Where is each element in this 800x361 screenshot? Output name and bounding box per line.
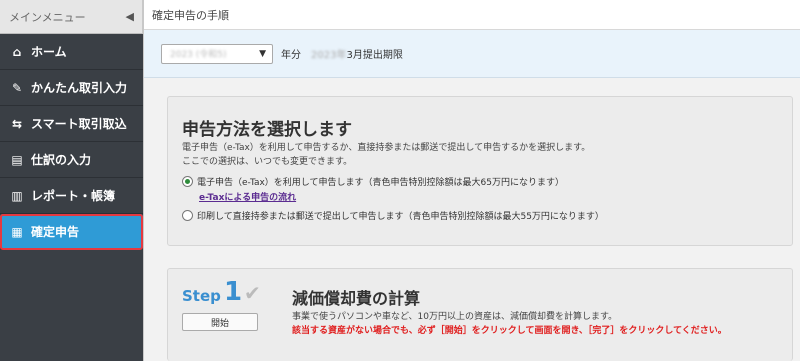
- sidebar-item-reports[interactable]: ▥ レポート・帳簿: [0, 178, 143, 214]
- start-button[interactable]: 開始: [182, 313, 258, 331]
- option-etax-label: 電子申告（e-Tax）を利用して申告します（青色申告特別控除額は最大65万円にな…: [197, 178, 564, 188]
- year-suffix: 年分: [281, 50, 301, 61]
- page-header: 確定申告の手順: [144, 0, 800, 30]
- sidebar-item-tax-return[interactable]: ▦ 確定申告: [0, 214, 143, 250]
- step-card: Step 1 ✔ 開始 減価償却費の計算 事業で使うパソコンや車など、10万円以…: [167, 268, 793, 361]
- step-warning: 該当する資産がない場合でも、必ず［開始］をクリックして画面を開き、［完了］をクリ…: [292, 326, 727, 336]
- chevron-left-icon[interactable]: ◀: [126, 10, 134, 23]
- year-select-value: 2023 (令和5): [170, 50, 227, 60]
- description-line: 電子申告（e-Tax）を利用して申告するか、直接持参または郵送で提出して申告する…: [182, 143, 591, 153]
- import-icon: ⇆: [11, 116, 23, 131]
- sidebar-item-label: スマート取引取込: [31, 117, 127, 131]
- journal-icon: ▤: [11, 152, 23, 167]
- filing-method-description: 電子申告（e-Tax）を利用して申告するか、直接持参または郵送で提出して申告する…: [182, 141, 590, 169]
- report-icon: ▥: [11, 188, 23, 203]
- sidebar-item-home[interactable]: ⌂ ホーム: [0, 34, 143, 70]
- sidebar-item-label: 仕訳の入力: [31, 153, 92, 167]
- sidebar: メインメニュー ◀ ⌂ ホーム ✎ かんたん取引入力 ⇆ スマート取引取込 ▤ …: [0, 0, 143, 361]
- option-etax[interactable]: 電子申告（e-Tax）を利用して申告します（青色申告特別控除額は最大65万円にな…: [182, 175, 564, 188]
- sidebar-item-smart-import[interactable]: ⇆ スマート取引取込: [0, 106, 143, 142]
- step-label: Step: [182, 287, 221, 305]
- tax-return-icon: ▦: [11, 224, 23, 239]
- filing-method-title: 申告方法を選択します: [182, 120, 352, 140]
- filing-method-card: 申告方法を選択します 電子申告（e-Tax）を利用して申告するか、直接持参または…: [167, 96, 793, 246]
- deadline-label: 3月提出期限: [346, 50, 403, 61]
- filter-bar: 2023 (令和5) ▼ 年分 2023年 3月提出期限: [144, 30, 800, 78]
- pencil-icon: ✎: [11, 80, 23, 95]
- sidebar-header: メインメニュー ◀: [0, 0, 143, 34]
- main-content: 確定申告の手順 2023 (令和5) ▼ 年分 2023年 3月提出期限 申告方…: [143, 0, 800, 361]
- year-select[interactable]: 2023 (令和5) ▼: [161, 43, 273, 64]
- sidebar-item-journal[interactable]: ▤ 仕訳の入力: [0, 142, 143, 178]
- sidebar-item-label: レポート・帳簿: [31, 189, 116, 203]
- step-title: 減価償却費の計算: [292, 289, 421, 308]
- sidebar-item-label: 確定申告: [31, 225, 80, 239]
- chevron-down-icon: ▼: [259, 48, 266, 59]
- step-number: 1: [224, 277, 243, 307]
- home-icon: ⌂: [12, 44, 22, 59]
- sidebar-title: メインメニュー: [9, 10, 86, 24]
- step-description: 事業で使うパソコンや車など、10万円以上の資産は、減価償却費を計算します。: [292, 312, 618, 322]
- page-title: 確定申告の手順: [152, 8, 229, 22]
- sidebar-item-label: かんたん取引入力: [31, 81, 128, 95]
- checkmark-icon: ✔: [244, 281, 261, 305]
- etax-flow-link[interactable]: e-Taxによる申告の流れ: [199, 190, 296, 203]
- option-paper-label: 印刷して直接持参または郵送で提出して申告します（青色申告特別控除額は最大55万円…: [197, 212, 604, 222]
- radio-etax[interactable]: [182, 176, 193, 187]
- sidebar-item-easy-entry[interactable]: ✎ かんたん取引入力: [0, 70, 143, 106]
- sidebar-item-label: ホーム: [31, 45, 67, 59]
- description-line: ここでの選択は、いつでも変更できます。: [182, 157, 353, 167]
- radio-paper[interactable]: [182, 210, 193, 221]
- deadline-year: 2023年: [311, 50, 347, 61]
- option-paper[interactable]: 印刷して直接持参または郵送で提出して申告します（青色申告特別控除額は最大55万円…: [182, 209, 604, 222]
